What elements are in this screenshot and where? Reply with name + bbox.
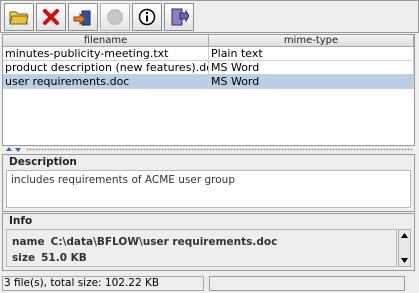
exit-door-icon [171,8,189,26]
info-title: Info [9,215,33,227]
table-header: filename mime-type [3,35,414,47]
filename-cell: minutes-publicity-meeting.txt [3,47,209,61]
name-value: C:\data\BFLOW\user requirements.doc [50,236,278,248]
column-header-mime-type[interactable]: mime-type [209,35,414,47]
filename-cell: user requirements.doc [3,75,209,89]
table-row-selected[interactable]: user requirements.doc MS Word [3,75,414,89]
status-bar: 3 file(s), total size: 102.22 KB [0,275,419,293]
mime-cell: MS Word [209,75,414,89]
status-text: 3 file(s), total size: 102.22 KB [2,276,204,291]
info-button[interactable] [132,3,162,31]
stop-icon [107,9,123,25]
description-title: Description [9,156,77,168]
scroll-up-button[interactable] [399,230,410,241]
scroll-down-button[interactable] [399,255,410,266]
info-name-row: name C:\data\BFLOW\user requirements.doc [12,236,277,248]
mime-cell: MS Word [209,61,414,75]
import-icon [73,10,91,26]
arrow-down-icon [401,258,408,263]
toolbar [0,0,419,33]
column-header-filename[interactable]: filename [3,35,209,47]
size-label: size [12,252,36,264]
table-row[interactable]: minutes-publicity-meeting.txt Plain text [3,47,414,61]
info-icon [138,8,156,26]
file-table[interactable]: filename mime-type minutes-publicity-mee… [2,34,415,146]
arrow-up-icon [401,233,408,238]
filename-cell: product description (new features).doc [3,61,209,75]
progress-bar [209,276,405,291]
name-label: name [12,236,45,248]
delete-button[interactable] [36,3,66,31]
info-size-row: size 51.0 KB [12,252,87,264]
info-panel: Info name C:\data\BFLOW\user requirements… [2,213,415,271]
stop-button[interactable] [100,3,130,31]
import-button[interactable] [68,3,98,31]
info-box: name C:\data\BFLOW\user requirements.doc … [6,229,397,267]
table-row[interactable]: product description (new features).doc M… [3,61,414,75]
split-pane-divider[interactable] [2,146,415,153]
mime-cell: Plain text [209,47,414,61]
delete-x-icon [43,9,59,25]
info-scrollbar[interactable] [398,229,411,267]
split-arrows-icon[interactable] [5,146,23,153]
exit-button[interactable] [164,3,194,31]
open-button[interactable] [4,3,34,31]
description-panel: Description includes requirements of ACM… [2,154,415,212]
size-value: 51.0 KB [41,252,87,264]
description-text[interactable]: includes requirements of ACME user group [6,170,411,208]
divider-grip [26,148,412,151]
open-folder-icon [9,11,29,25]
